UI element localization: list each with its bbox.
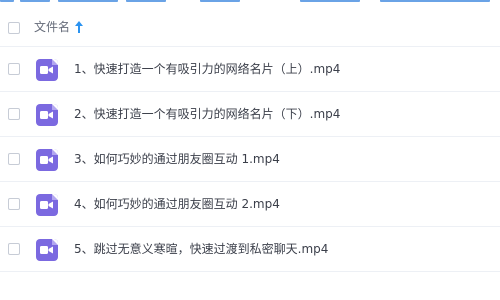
file-name[interactable]: 1、快速打造一个有吸引力的网络名片（上）.mp4 <box>74 61 340 77</box>
file-name[interactable]: 2、快速打造一个有吸引力的网络名片（下）.mp4 <box>74 106 340 122</box>
file-name[interactable]: 3、如何巧妙的通过朋友圈互动 1.mp4 <box>74 151 280 167</box>
row-checkbox[interactable] <box>8 198 20 210</box>
file-name[interactable]: 4、如何巧妙的通过朋友圈互动 2.mp4 <box>74 196 280 212</box>
file-row[interactable]: 3、如何巧妙的通过朋友圈互动 1.mp4 <box>0 137 500 182</box>
video-file-icon <box>36 149 58 171</box>
file-row[interactable]: 2、快速打造一个有吸引力的网络名片（下）.mp4 <box>0 92 500 137</box>
video-file-icon <box>36 59 58 81</box>
video-file-icon <box>36 239 58 261</box>
row-checkbox[interactable] <box>8 63 20 75</box>
row-checkbox[interactable] <box>8 153 20 165</box>
file-row[interactable]: 1、快速打造一个有吸引力的网络名片（上）.mp4 <box>0 47 500 92</box>
file-list-panel: 文件名 1、快速打造一个有吸引力的网络名片（上）.mp4 2、快速打造一个有吸引… <box>0 0 500 300</box>
video-file-icon <box>36 194 58 216</box>
arrow-up-icon[interactable] <box>74 20 84 34</box>
row-checkbox[interactable] <box>8 108 20 120</box>
list-header: 文件名 <box>0 5 500 47</box>
select-all-checkbox[interactable] <box>8 22 20 34</box>
file-row[interactable]: 4、如何巧妙的通过朋友圈互动 2.mp4 <box>0 182 500 227</box>
file-row[interactable]: 5、跳过无意义寒暄，快速过渡到私密聊天.mp4 <box>0 227 500 272</box>
column-header-filename[interactable]: 文件名 <box>34 19 70 35</box>
file-name[interactable]: 5、跳过无意义寒暄，快速过渡到私密聊天.mp4 <box>74 241 328 257</box>
row-checkbox[interactable] <box>8 243 20 255</box>
video-file-icon <box>36 104 58 126</box>
